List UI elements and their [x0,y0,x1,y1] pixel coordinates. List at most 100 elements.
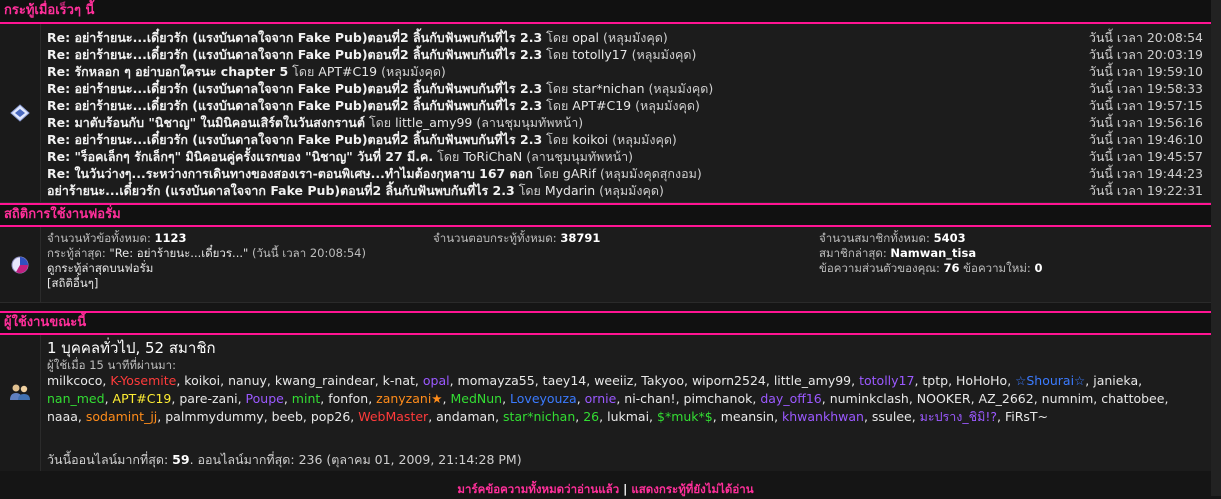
online-user-link[interactable]: meansin [721,409,774,424]
online-user-link[interactable]: pop26 [311,409,350,424]
latest-member-link[interactable]: Namwan_tisa [890,246,976,260]
online-user-link[interactable]: nanuy [228,373,267,388]
mark-all-read-link[interactable]: มาร์คข้อความทั้งหมดว่าอ่านแล้ว [457,482,619,496]
vertical-scrollbar[interactable] [1211,0,1221,496]
online-user-link[interactable]: little_amy99 [774,373,851,388]
recent-post-user-link[interactable]: koikoi [572,132,608,147]
online-user-link[interactable]: NOOKER [917,391,971,406]
online-user-link[interactable]: MedNun [450,391,502,406]
online-user-link[interactable]: numinkclash [830,391,909,406]
recent-post-left: Re: รักหลอก ๆ อย่าบอกใครนะ chapter 5 โดย… [47,63,446,80]
online-user-link[interactable]: momayza55 [458,373,535,388]
online-user-link[interactable]: pare-zani [179,391,237,406]
recent-post-title-link[interactable]: Re: อย่าร้ายนะ...เดี๋ยวรัก (แรงบันดาลใจจ… [47,132,542,147]
online-user-link[interactable]: HoHoHo [956,373,1007,388]
recent-post-user-link[interactable]: ToRiChaN [463,149,522,164]
online-user-link[interactable]: kwang_raindear [275,373,375,388]
online-user-link[interactable]: ornie [585,391,617,406]
pm-count: 76 [943,261,960,275]
recent-post-forum-link[interactable]: (ลานชุมนุมทัพหน้า) [476,115,583,130]
show-unread-link[interactable]: แสดงกระทู้ที่ยังไม่ได้อ่าน [631,482,753,496]
online-user-link[interactable]: 26 [583,409,599,424]
recent-post-title-link[interactable]: Re: รักหลอก ๆ อย่าบอกใครนะ chapter 5 [47,64,288,79]
recent-post-user-link[interactable]: gARif [563,166,596,181]
recent-post-forum-link[interactable]: (ลานชุมนุมทัพหน้า) [526,149,633,164]
recent-post-title-link[interactable]: Re: อย่าร้ายนะ...เดี๋ยวรัก (แรงบันดาลใจจ… [47,30,542,45]
online-user-link[interactable]: opal [423,373,450,388]
recent-post-forum-link[interactable]: (หลุมมังคุด) [612,132,677,147]
latest-post-link[interactable]: "Re: อย่าร้ายนะ...เดี๋ยวร..." [109,246,248,260]
recent-post-title-link[interactable]: Re: ในวันว่างๆ...ระหว่างการเดินทางของสอง… [47,166,533,181]
online-user-link[interactable]: FiRsT~ [1005,409,1048,424]
view-recent-posts-link[interactable]: ดูกระทู้ล่าสุดบนฟอรั่ม [47,261,153,275]
online-user-link[interactable]: ni-chan! [624,391,675,406]
recent-post-title-link[interactable]: Re: "ร็อคเล็กๆ รักเล็กๆ" มินิคอนคู่ครั้ง… [47,149,433,164]
recent-post-user-link[interactable]: APT#C19 [572,98,631,113]
online-user-link[interactable]: fonfon [328,391,368,406]
recent-post-user-link[interactable]: APT#C19 [318,64,377,79]
online-user-link[interactable]: palmmydummy [165,409,263,424]
online-user-link[interactable]: K-Yosemite [110,373,176,388]
online-user-link[interactable]: day_off16 [760,391,821,406]
online-user-link[interactable]: zanyzani★ [376,391,442,406]
recent-post-by: โดย [546,30,569,45]
recent-post-by: โดย [546,98,569,113]
online-user-link[interactable]: janieka [1093,373,1138,388]
more-stats-link[interactable]: [สถิติอื่นๆ] [47,276,98,290]
record-prefix: วันนี้ออนไลน์มากที่สุด: [47,452,169,467]
recent-posts-list: Re: อย่าร้ายนะ...เดี๋ยวรัก (แรงบันดาลใจจ… [41,24,1211,202]
online-user-link[interactable]: weeiiz [594,373,633,388]
online-user-link[interactable]: milkcoco [47,373,102,388]
online-user-link[interactable]: koikoi [184,373,220,388]
online-user-link[interactable]: numnim [1042,391,1094,406]
online-user-link[interactable]: Loveyouza [510,391,577,406]
recent-post-forum-link[interactable]: (หลุมมังคุด) [603,30,668,45]
recent-post-title-link[interactable]: Re: อย่าร้ายนะ...เดี๋ยวรัก (แรงบันดาลใจจ… [47,81,542,96]
online-user-link[interactable]: ssulee [872,409,912,424]
online-user-link[interactable]: wiporn2524 [692,373,766,388]
online-user-link[interactable]: AZ_2662 [979,391,1034,406]
recent-post-row: Re: อย่าร้ายนะ...เดี๋ยวรัก (แรงบันดาลใจจ… [47,46,1205,63]
recent-post-forum-link[interactable]: (หลุมมังคุด) [649,81,714,96]
online-user-link[interactable]: pimchanok [684,391,753,406]
recent-post-title-link[interactable]: Re: มาตับร้อนกับ "นิชาญ" ในมินิคอนเสิร์ต… [47,115,365,130]
online-user-link[interactable]: star*nichan [503,409,575,424]
recent-post-forum-link[interactable]: (หลุมมังคุด) [381,64,446,79]
recent-post-forum-link[interactable]: (หลุมมังคุด) [599,183,664,198]
recent-post-title-link[interactable]: Re: อย่าร้ายนะ...เดี๋ยวรัก (แรงบันดาลใจจ… [47,47,542,62]
online-user-link[interactable]: Poupe [246,391,284,406]
online-user-link[interactable]: taey14 [543,373,587,388]
online-user-link[interactable]: totolly17 [859,373,914,388]
recent-post-title-link[interactable]: Re: อย่าร้ายนะ...เดี๋ยวรัก (แรงบันดาลใจจ… [47,98,542,113]
online-user-link[interactable]: nan_med [47,391,105,406]
online-user-link[interactable]: mint [292,391,320,406]
online-user-link[interactable]: beeb [272,409,303,424]
recent-post-forum-link[interactable]: (หลุมมังคุดสุกงอม) [600,166,702,181]
recent-post-row: Re: มาตับร้อนกับ "นิชาญ" ในมินิคอนเสิร์ต… [47,114,1205,131]
online-user-link[interactable]: มะปราง_ชิมิ!? [920,409,997,424]
online-user-link[interactable]: lukmai [607,409,649,424]
recent-post-forum-link[interactable]: (หลุมมังคุด) [632,47,697,62]
online-user-link[interactable]: tptp [922,373,948,388]
online-user-link[interactable]: khwankhwan [782,409,864,424]
recent-post-title-link[interactable]: อย่าร้ายนะ...เดี๋ยวรัก (แรงบันดาลใจจาก F… [47,183,515,198]
recent-post-by: โดย [368,115,392,130]
recent-post-user-link[interactable]: totolly17 [572,47,627,62]
recent-post-user-link[interactable]: Mydarin [545,183,595,198]
recent-post-forum-link[interactable]: (หลุมมังคุด) [635,98,700,113]
online-user-link[interactable]: sodamint_jj [86,409,157,424]
online-user-link[interactable]: Takyoo [641,373,684,388]
forum-board-index: กระทู้เมื่อเร็วๆ นี้ Re: อย่าร้ายนะ...เด… [0,0,1221,496]
online-user-link[interactable]: chattobee [1101,391,1164,406]
online-user-link[interactable]: naaa [47,409,78,424]
recent-post-row: Re: รักหลอก ๆ อย่าบอกใครนะ chapter 5 โดย… [47,63,1205,80]
online-user-link[interactable]: andaman [436,409,495,424]
online-user-link[interactable]: $*muk*$ [657,409,713,424]
online-user-link[interactable]: ☆Shourai☆ [1015,373,1085,388]
online-user-link[interactable]: WebMaster [358,409,428,424]
recent-post-user-link[interactable]: opal [572,30,599,45]
online-user-link[interactable]: k-nat [383,373,415,388]
recent-post-user-link[interactable]: star*nichan [572,81,644,96]
recent-post-user-link[interactable]: little_amy99 [395,115,472,130]
online-user-link[interactable]: APT#C19 [113,391,172,406]
